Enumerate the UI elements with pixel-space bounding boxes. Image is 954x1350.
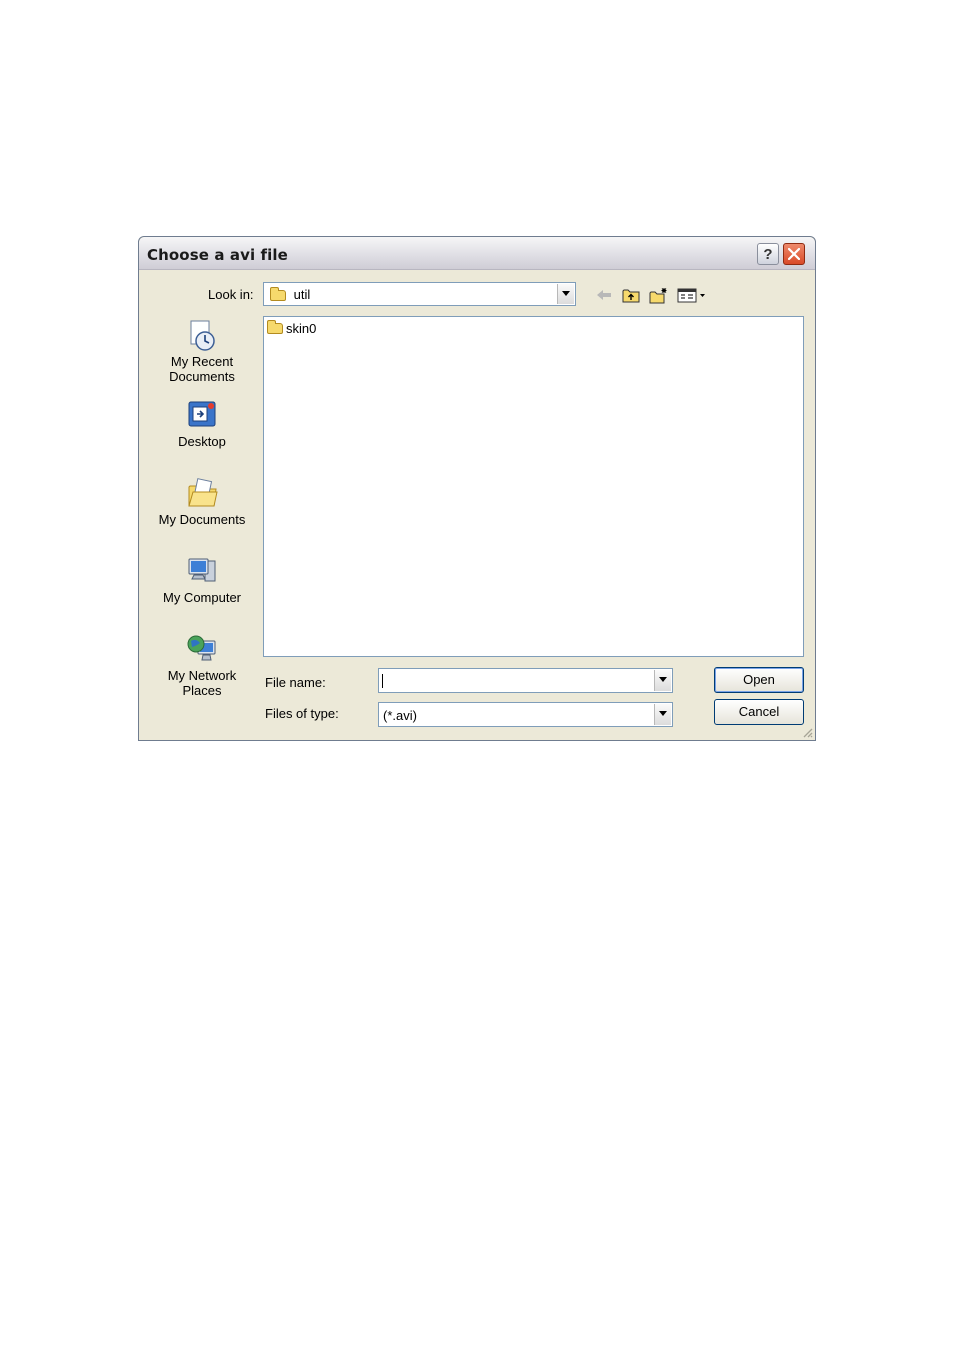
view-menu-icon[interactable] bbox=[676, 286, 708, 304]
cancel-button[interactable]: Cancel bbox=[714, 699, 804, 725]
place-label: My Recent Documents bbox=[169, 354, 235, 384]
file-open-dialog: Choose a avi file ? Look in: util My Rec… bbox=[138, 236, 816, 741]
file-type-value: (*.avi) bbox=[383, 708, 417, 723]
place-my-computer[interactable]: My Computer bbox=[147, 555, 257, 605]
place-my-recent-documents[interactable]: My Recent Documents bbox=[147, 319, 257, 384]
network-places-icon bbox=[187, 635, 216, 661]
dialog-title: Choose a avi file bbox=[147, 246, 288, 264]
open-button[interactable]: Open bbox=[714, 667, 804, 693]
file-list[interactable]: skin0 bbox=[263, 316, 804, 657]
my-documents-icon bbox=[188, 478, 218, 507]
close-icon bbox=[788, 248, 800, 260]
place-label: My Computer bbox=[162, 590, 242, 605]
file-name-value[interactable] bbox=[382, 674, 383, 688]
look-in-label: Look in: bbox=[208, 287, 254, 302]
place-my-network-places[interactable]: My Network Places bbox=[147, 633, 257, 698]
folder-icon bbox=[267, 320, 283, 334]
chevron-down-icon[interactable] bbox=[654, 670, 671, 691]
file-type-select[interactable]: (*.avi) bbox=[378, 702, 673, 727]
chevron-down-icon[interactable] bbox=[654, 704, 671, 725]
new-folder-icon[interactable] bbox=[648, 286, 670, 304]
up-folder-icon[interactable] bbox=[621, 286, 641, 304]
help-button[interactable]: ? bbox=[757, 243, 779, 265]
close-button[interactable] bbox=[783, 243, 805, 265]
recent-documents-icon bbox=[190, 320, 215, 351]
look-in-dropdown[interactable]: util bbox=[263, 282, 576, 306]
resize-grip-icon[interactable] bbox=[801, 726, 813, 738]
file-name: skin0 bbox=[286, 321, 317, 336]
file-name-field[interactable] bbox=[378, 668, 673, 693]
place-label: My Documents bbox=[158, 512, 246, 527]
list-item[interactable]: skin0 bbox=[267, 320, 317, 336]
my-computer-icon bbox=[188, 558, 216, 582]
back-arrow-icon[interactable] bbox=[594, 286, 614, 304]
place-label: Desktop bbox=[178, 434, 226, 449]
look-in-value: util bbox=[293, 287, 311, 302]
chevron-down-icon[interactable] bbox=[557, 284, 574, 304]
folder-icon bbox=[270, 287, 286, 302]
desktop-icon bbox=[188, 401, 216, 427]
place-desktop[interactable]: Desktop bbox=[147, 399, 257, 449]
title-bar[interactable]: Choose a avi file ? bbox=[139, 237, 815, 270]
file-type-label: Files of type: bbox=[265, 706, 339, 721]
file-name-label: File name: bbox=[265, 675, 326, 690]
place-my-documents[interactable]: My Documents bbox=[147, 477, 257, 527]
place-label: My Network Places bbox=[167, 668, 237, 698]
